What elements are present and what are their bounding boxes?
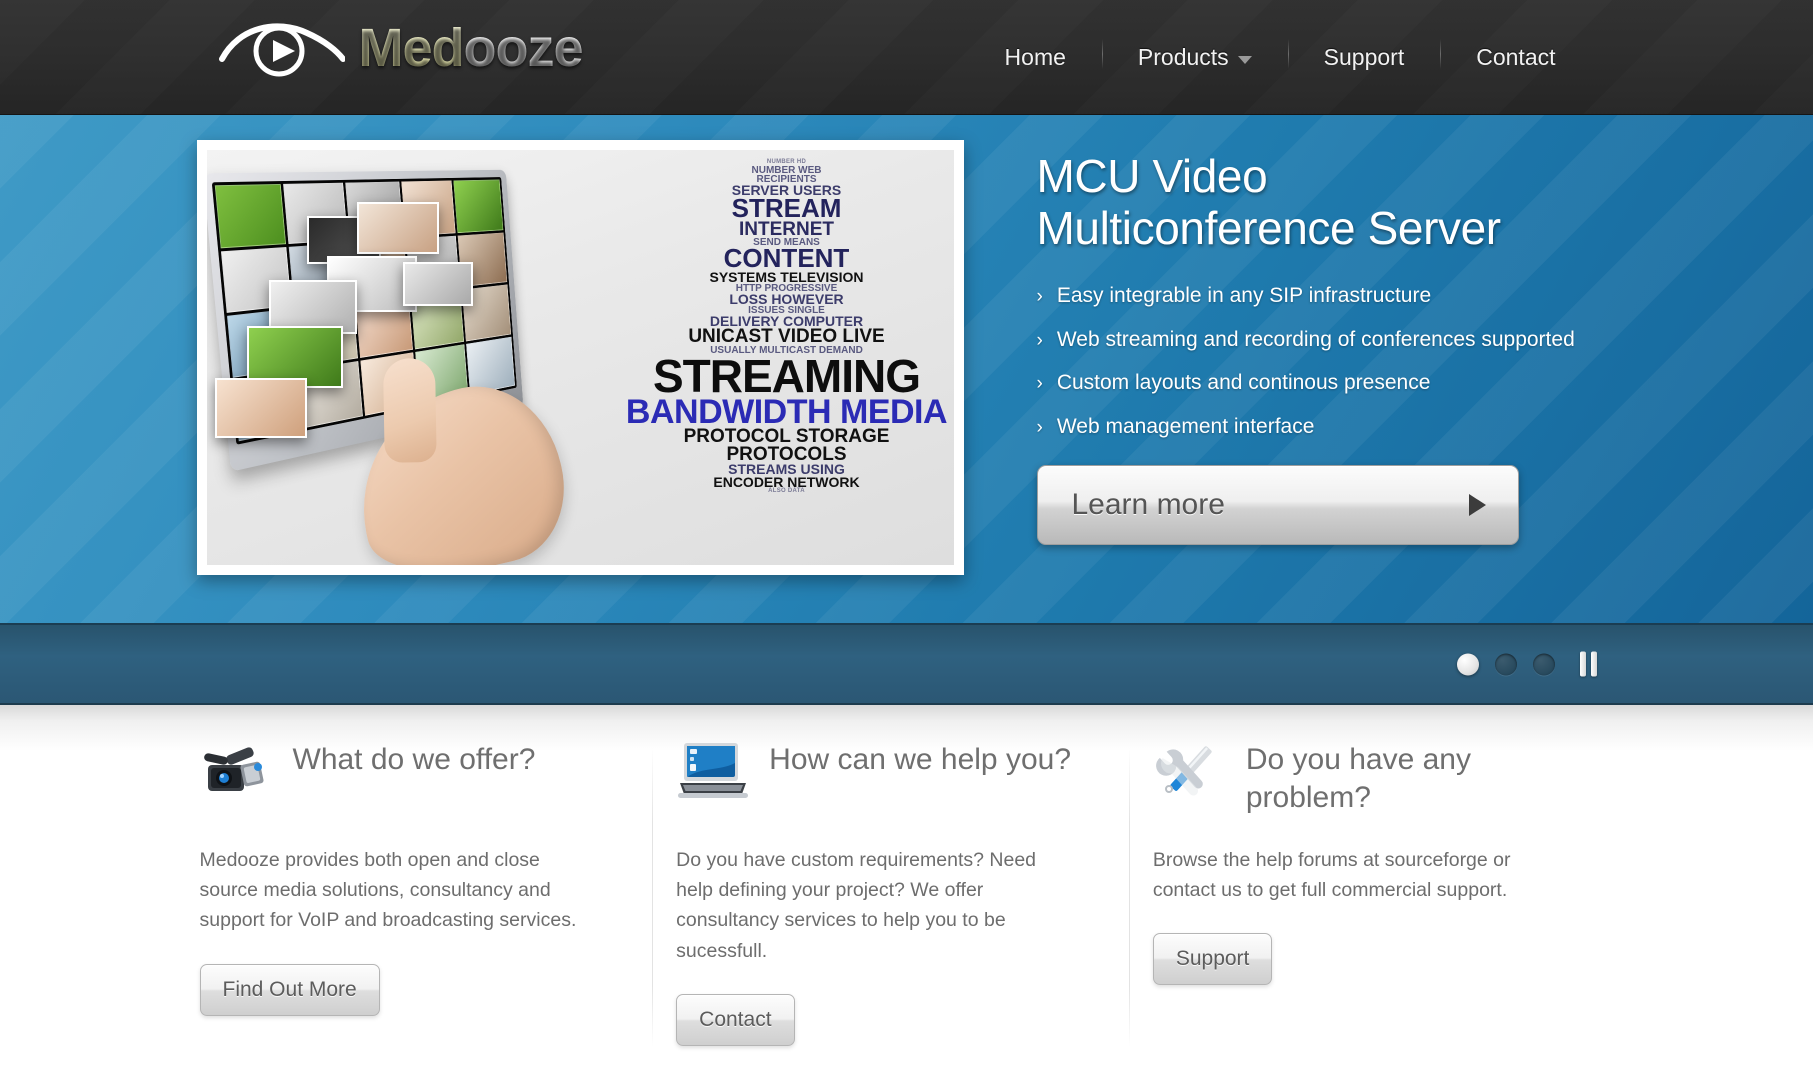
features-section: What do we offer? Medooze provides both … (0, 705, 1813, 1068)
wrench-screwdriver-icon (1153, 737, 1227, 801)
chevron-right-icon: › (1036, 373, 1043, 395)
feature-header: How can we help you? (676, 737, 1083, 825)
hero-bullet: › Easy integrable in any SIP infrastruct… (1037, 280, 1637, 313)
eye-play-icon (218, 23, 345, 77)
wordcloud-graphic: NUMBER HD NUMBER WEB RECIPIENTS SERVER U… (622, 150, 952, 565)
chevron-right-icon: › (1036, 329, 1043, 351)
header-inner: Medooze Home Products Support Contact (192, 0, 1622, 114)
carousel-control-bar (0, 623, 1813, 705)
nav-label-support: Support (1323, 44, 1405, 70)
carousel-dot-1[interactable] (1456, 653, 1479, 675)
floating-thumbnail (214, 378, 307, 438)
nav-item-contact[interactable]: Contact (1440, 38, 1591, 77)
wordcloud-line: UNICAST VIDEO LIVE (688, 326, 885, 348)
nav-label-contact: Contact (1476, 44, 1556, 70)
chevron-right-icon: › (1036, 416, 1043, 438)
feature-column-problem: Do you have any problem? Browse the help… (1128, 737, 1622, 1068)
video-camera-icon (200, 737, 274, 801)
pause-icon[interactable] (1579, 651, 1597, 677)
wordcloud-line: BANDWIDTH MEDIA (625, 393, 948, 432)
hero-bullet-text: Easy integrable in any SIP infrastructur… (1056, 284, 1432, 308)
wordcloud-line: CONTENT (723, 243, 850, 274)
support-button[interactable]: Support (1152, 933, 1273, 986)
hero-inner: NUMBER HD NUMBER WEB RECIPIENTS SERVER U… (192, 115, 1622, 623)
wordcloud-line: STREAM (731, 192, 842, 223)
hero-title-line1: MCU Video (1036, 150, 1268, 202)
feature-column-offer: What do we offer? Medooze provides both … (192, 737, 669, 1068)
hero-bullet: › Web management interface (1037, 411, 1637, 444)
wordcloud-line: ALSO DATA (768, 488, 805, 495)
carousel-controls (1456, 651, 1597, 677)
hero-bullet-text: Web streaming and recording of conferenc… (1056, 327, 1575, 351)
wordcloud-line: STREAMING (653, 349, 921, 402)
wordcloud-line: INTERNET (739, 218, 834, 240)
feature-column-help: How can we help you? Do you have custom … (652, 737, 1145, 1068)
feature-header: Do you have any problem? (1153, 737, 1560, 825)
feature-title: What do we offer? (292, 743, 536, 776)
feature-text: Do you have custom requirements? Need he… (676, 849, 1037, 962)
nav-label-products: Products (1137, 44, 1229, 70)
learn-more-button[interactable]: Learn more (1036, 465, 1519, 546)
learn-more-label: Learn more (1071, 488, 1225, 522)
slide-photo: NUMBER HD NUMBER WEB RECIPIENTS SERVER U… (206, 150, 954, 565)
carousel-inner (192, 625, 1622, 703)
feature-title: Do you have any problem? (1245, 743, 1471, 814)
pause-bar-right (1590, 651, 1597, 677)
contact-button[interactable]: Contact (676, 993, 795, 1046)
index-finger (382, 357, 437, 463)
chevron-down-icon (1237, 56, 1252, 64)
nav-item-products[interactable]: Products (1101, 38, 1288, 77)
site-logo[interactable]: Medooze (217, 17, 584, 79)
arrow-right-icon (1468, 494, 1486, 517)
logo-text-primary: Med (358, 18, 465, 78)
carousel-dot-2[interactable] (1494, 653, 1517, 675)
hero-feature-list: › Easy integrable in any SIP infrastruct… (1037, 280, 1637, 443)
hero-bullet-text: Web management interface (1056, 414, 1315, 438)
site-header: Medooze Home Products Support Contact (0, 0, 1813, 115)
video-thumbnail (214, 183, 286, 248)
logo-text-secondary: ooze (463, 18, 584, 78)
find-out-more-button[interactable]: Find Out More (199, 963, 380, 1016)
feature-text: Browse the help forums at sourceforge or… (1152, 849, 1511, 902)
feature-text: Medooze provides both open and close sou… (199, 849, 577, 932)
carousel-dot-3[interactable] (1532, 653, 1555, 675)
hero-bullet: › Custom layouts and continous presence (1037, 367, 1637, 400)
main-navigation: Home Products Support Contact (969, 0, 1592, 115)
nav-label-home: Home (1004, 44, 1066, 70)
floating-thumbnail (402, 262, 473, 306)
chevron-right-icon: › (1036, 286, 1043, 308)
hero-bullet-text: Custom layouts and continous presence (1056, 371, 1431, 395)
nav-item-support[interactable]: Support (1287, 38, 1441, 77)
hero-banner: NUMBER HD NUMBER WEB RECIPIENTS SERVER U… (0, 115, 1813, 623)
hero-bullet: › Web streaming and recording of confere… (1037, 324, 1637, 357)
hero-copy: MCU Video Multiconference Server › Easy … (1036, 150, 1637, 546)
logo-wordmark: Medooze (358, 18, 584, 78)
nav-item-home[interactable]: Home (969, 38, 1102, 77)
laptop-icon (676, 737, 750, 801)
hero-slide-image[interactable]: NUMBER HD NUMBER WEB RECIPIENTS SERVER U… (196, 140, 964, 575)
video-thumbnail (452, 179, 503, 233)
hero-title: MCU Video Multiconference Server (1036, 150, 1637, 254)
floating-thumbnail (356, 202, 439, 254)
feature-header: What do we offer? (200, 737, 607, 825)
feature-title: How can we help you? (769, 743, 1072, 776)
pause-bar-left (1579, 651, 1586, 677)
features-grid: What do we offer? Medooze provides both … (192, 705, 1622, 1068)
hero-title-line2: Multiconference Server (1036, 201, 1502, 254)
